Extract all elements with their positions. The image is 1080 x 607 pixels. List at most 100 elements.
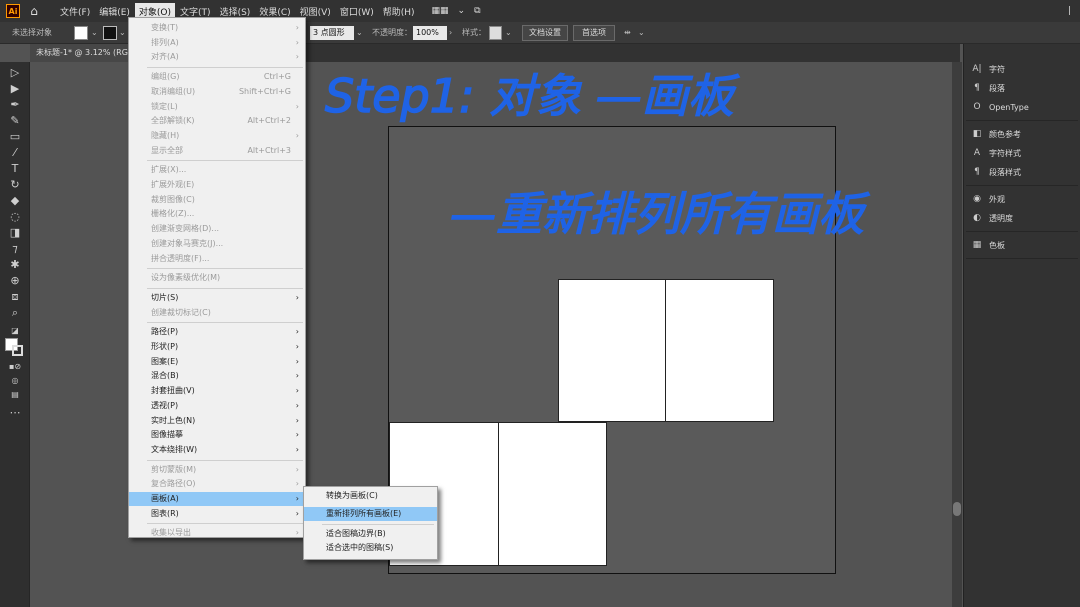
artboard-tool-icon[interactable]: ⧈ <box>8 290 22 304</box>
object-menu-item[interactable]: 锁定(L) › <box>129 100 305 114</box>
object-menu-item[interactable]: 图表(R) › <box>129 507 305 521</box>
object-menu-item[interactable]: 裁剪图像(C) <box>129 193 305 207</box>
align-chevron-icon[interactable]: ⌄ <box>638 27 645 39</box>
object-menu-item[interactable]: 变换(T) › <box>129 21 305 35</box>
object-menu-item[interactable]: 拼合透明度(F)... <box>129 252 305 266</box>
gradient-tool-icon[interactable]: ◨ <box>8 226 22 240</box>
menu-8[interactable]: 帮助(H) <box>379 3 419 20</box>
object-menu-item[interactable]: 图像描摹 › <box>129 428 305 442</box>
object-menu-item[interactable]: 复合路径(O) › <box>129 477 305 491</box>
rectangle-tool-icon[interactable]: ▭ <box>8 130 22 144</box>
vertical-scrollbar[interactable] <box>952 62 962 607</box>
scrollbar-thumb[interactable] <box>953 502 961 516</box>
artboard-container[interactable] <box>388 126 836 574</box>
menu-7[interactable]: 窗口(W) <box>336 3 378 20</box>
object-menu-item[interactable]: 剪切蒙版(M) › <box>129 463 305 477</box>
object-menu-item[interactable]: 对齐(A) › <box>129 50 305 64</box>
object-menu-item[interactable]: 设为像素级优化(M) <box>129 271 305 285</box>
style-swatch[interactable] <box>489 26 502 40</box>
panel-item[interactable]: ◧ 颜色参考 <box>972 127 1021 141</box>
preferences-button[interactable]: 首选项 <box>573 25 615 41</box>
eyedropper-tool-icon[interactable]: ⁊ <box>8 242 22 256</box>
artboard-page[interactable] <box>498 422 607 566</box>
color-mode-icon[interactable]: ▪⊘ <box>8 360 22 374</box>
object-menu-item[interactable]: 扩展(X)... <box>129 163 305 177</box>
stroke-color-icon[interactable] <box>12 345 23 356</box>
object-menu-item[interactable]: 显示全部 Alt+Ctrl+3 <box>129 144 305 158</box>
selection-tool-icon[interactable]: ▷ <box>8 66 22 80</box>
more-tools-icon[interactable]: ⋯ <box>8 406 22 420</box>
opacity-field[interactable]: 100% <box>413 26 447 40</box>
object-menu-item[interactable]: 切片(S) › <box>129 291 305 305</box>
object-menu-item[interactable]: 收集以导出 › <box>129 526 305 540</box>
document-settings-button[interactable]: 文档设置 <box>522 25 568 41</box>
zoom-tool-icon[interactable]: ⌕ <box>8 306 22 320</box>
object-menu-item[interactable]: 画板(A) › <box>129 492 305 506</box>
eraser-tool-icon[interactable]: ◆ <box>8 194 22 208</box>
panel-item[interactable]: ▦ 色板 <box>972 238 1005 252</box>
style-chevron-icon[interactable]: ⌄ <box>505 27 512 39</box>
default-colors-icon[interactable]: ◪ <box>8 324 22 338</box>
artboard-submenu-item[interactable]: 转换为画板(C) <box>304 489 437 503</box>
menu-0[interactable]: 文件(F) <box>56 3 94 20</box>
panel-item[interactable]: ¶ 段落 <box>972 81 1005 95</box>
symbol-sprayer-tool-icon[interactable]: ✱ <box>8 258 22 272</box>
panel-item[interactable]: ◉ 外观 <box>972 192 1005 206</box>
object-menu-item[interactable]: 路径(P) › <box>129 325 305 339</box>
object-menu-item[interactable]: 文本绕排(W) › <box>129 443 305 457</box>
stroke-profile-field[interactable]: 3 点圆形 <box>310 26 354 40</box>
screen-mode-icon[interactable]: ▤ <box>8 388 22 402</box>
object-menu-item[interactable]: 扩展外观(E) <box>129 178 305 192</box>
artboard-page[interactable] <box>558 279 666 422</box>
object-menu-item[interactable]: 图案(E) › <box>129 355 305 369</box>
align-icon[interactable]: ⇹ <box>624 27 631 39</box>
rotate-tool-icon[interactable]: ↻ <box>8 178 22 192</box>
type-tool-icon[interactable]: T <box>8 162 22 176</box>
panel-item[interactable]: ◐ 透明度 <box>972 211 1013 225</box>
object-menu-item[interactable]: 创建渐变网格(D)... <box>129 222 305 236</box>
object-menu-item[interactable]: 隐藏(H) › <box>129 129 305 143</box>
shape-builder-tool-icon[interactable]: ⊕ <box>8 274 22 288</box>
object-menu-item[interactable]: 实时上色(N) › <box>129 414 305 428</box>
fill-chevron-icon[interactable]: ⌄ <box>91 27 98 39</box>
pen-tool-icon[interactable]: ✒ <box>8 98 22 112</box>
document-tab[interactable]: 未标题-1* @ 3.12% (RG <box>30 44 134 62</box>
object-menu-item[interactable]: 全部解锁(K) Alt+Ctrl+2 <box>129 114 305 128</box>
panel-item[interactable]: O OpenType <box>972 100 1028 114</box>
fill-swatch[interactable] <box>74 26 88 40</box>
object-menu-item[interactable]: 编组(G) Ctrl+G <box>129 70 305 84</box>
artboard-submenu-item[interactable]: 重新排列所有画板(E) <box>304 507 437 521</box>
stroke-chevron-icon[interactable]: ⌄ <box>119 27 126 39</box>
workspace-chevron-icon[interactable]: ⌄ <box>454 4 470 18</box>
artboard-submenu-item[interactable]: 适合图稿边界(B) <box>304 527 437 541</box>
stroke-swatch[interactable] <box>103 26 117 40</box>
warp-tool-icon[interactable]: ◌ <box>8 210 22 224</box>
object-menu-item[interactable]: 创建对象马赛克(J)... <box>129 237 305 251</box>
paintbrush-tool-icon[interactable]: ⁄ <box>8 146 22 160</box>
menu-item-label: 锁定(L) <box>151 101 178 111</box>
artboard-submenu-item[interactable]: 适合选中的图稿(S) <box>304 541 437 555</box>
arrange-documents-icon[interactable]: ⧉ <box>470 4 484 18</box>
submenu-arrow-icon: › <box>295 130 299 140</box>
panel-item[interactable]: A 字符样式 <box>972 146 1021 160</box>
curvature-tool-icon[interactable]: ✎ <box>8 114 22 128</box>
stroke-profile-chevron-icon[interactable]: ⌄ <box>356 27 363 39</box>
object-menu-item[interactable]: 创建裁切标记(C) <box>129 306 305 320</box>
artboard-page[interactable] <box>665 279 774 422</box>
panel-item-label: 字符样式 <box>989 148 1021 158</box>
object-menu-item[interactable]: 形状(P) › <box>129 340 305 354</box>
object-menu-item[interactable]: 封套扭曲(V) › <box>129 384 305 398</box>
object-menu-item[interactable]: 栅格化(Z)... <box>129 207 305 221</box>
home-icon[interactable]: ⌂ <box>26 4 42 18</box>
workspace-switcher[interactable]: ▦▦ <box>428 4 453 18</box>
object-menu-item[interactable]: 透视(P) › <box>129 399 305 413</box>
draw-mode-icon[interactable]: ◎ <box>8 374 22 388</box>
panel-item[interactable]: A| 字符 <box>972 62 1005 76</box>
opacity-arrow-icon[interactable]: › <box>449 27 452 39</box>
object-menu-item[interactable]: 排列(A) › <box>129 36 305 50</box>
object-menu-item[interactable]: 混合(B) › <box>129 369 305 383</box>
direct-selection-tool-icon[interactable]: ▶ <box>8 82 22 96</box>
menu-separator <box>147 322 303 324</box>
panel-item[interactable]: ¶ 段落样式 <box>972 165 1021 179</box>
object-menu-item[interactable]: 取消编组(U) Shift+Ctrl+G <box>129 85 305 99</box>
